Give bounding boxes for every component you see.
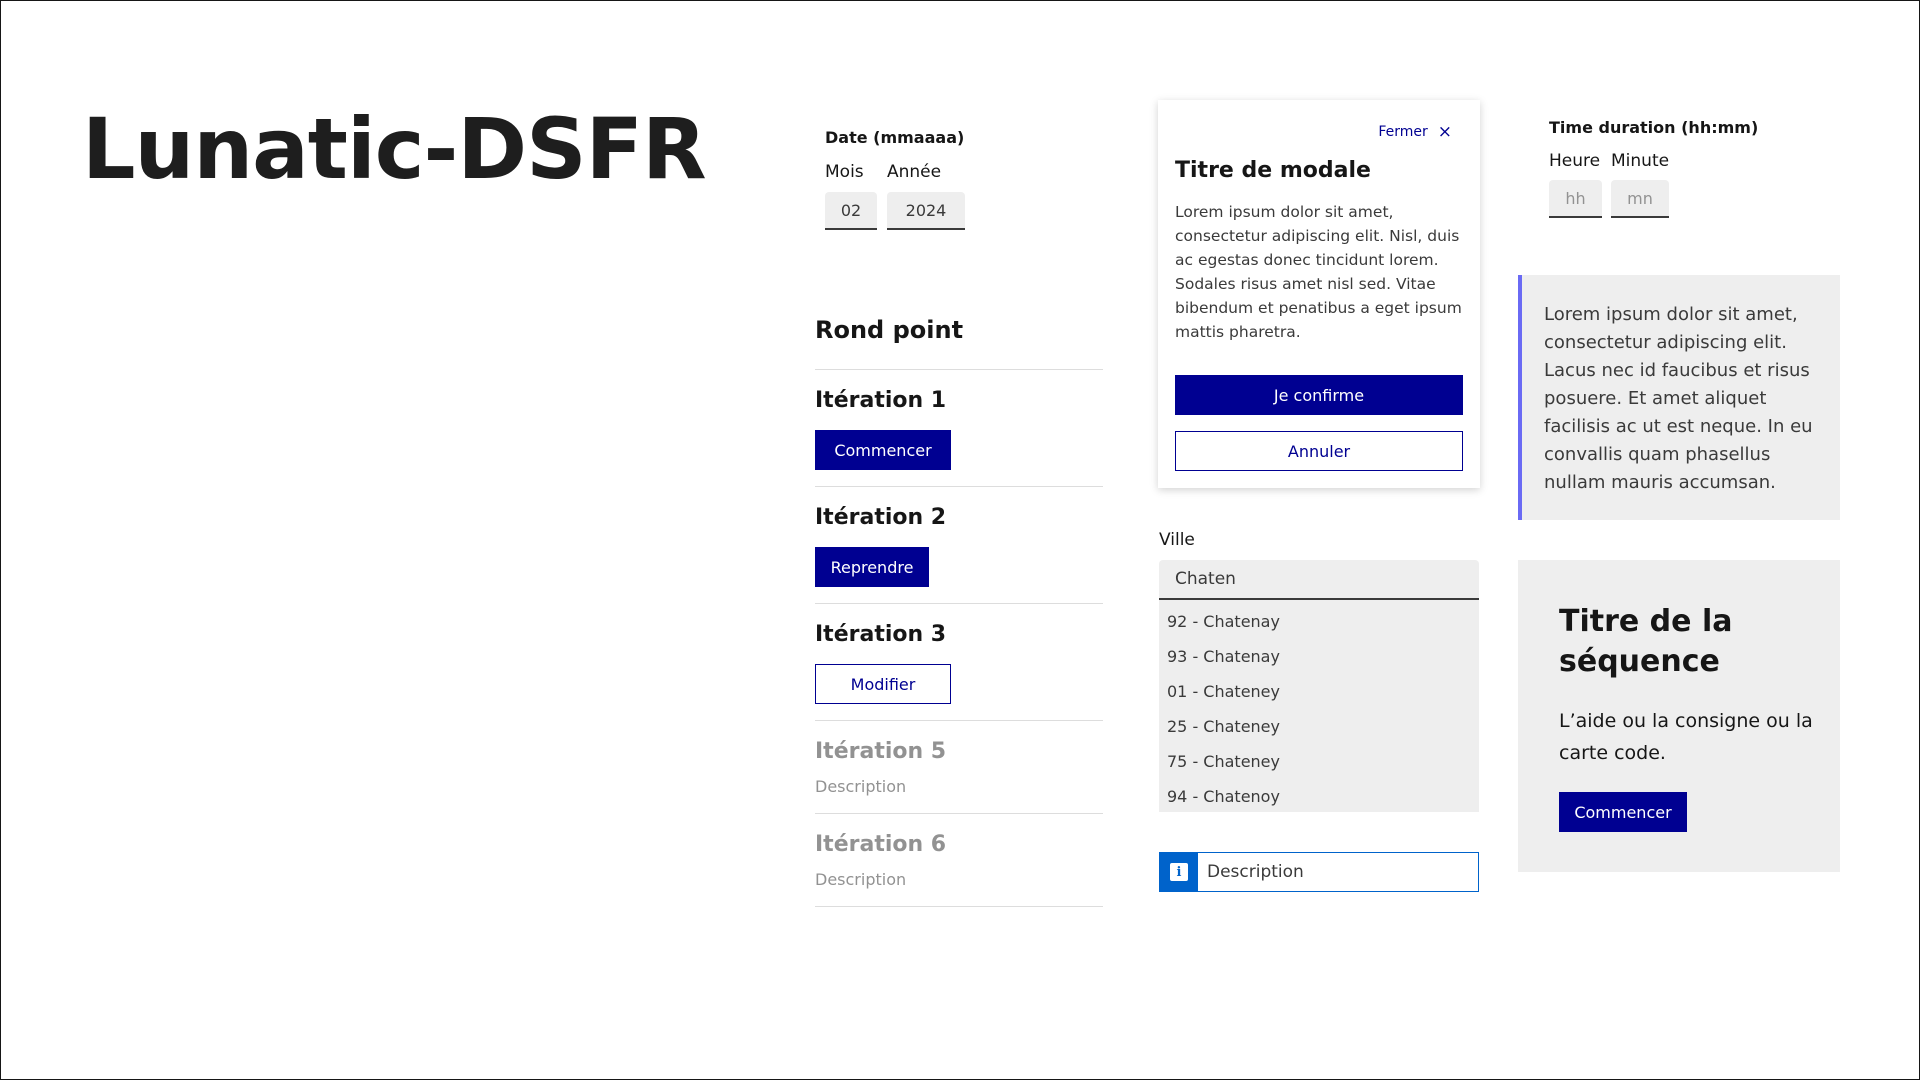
iteration-3-edit-button[interactable]: Modifier <box>815 664 951 704</box>
modal-close-button[interactable]: Fermer × <box>1378 122 1452 142</box>
modal-dialog: Fermer × Titre de modale Lorem ipsum dol… <box>1158 100 1480 488</box>
hour-label: Heure <box>1549 151 1601 171</box>
hour-input[interactable]: hh <box>1549 180 1602 218</box>
city-option[interactable]: 94 - Chatenoy <box>1167 787 1280 806</box>
modal-title: Titre de modale <box>1175 158 1371 183</box>
modal-body: Lorem ipsum dolor sit amet, consectetur … <box>1175 203 1462 341</box>
year-input[interactable]: 2024 <box>887 192 965 230</box>
divider <box>815 906 1103 907</box>
divider <box>815 720 1103 721</box>
time-duration-legend: Time duration (hh:mm) <box>1549 118 1759 137</box>
info-icon-box: i <box>1160 853 1198 891</box>
sequence-description: L’aide ou la consigne ou la carte code. <box>1559 710 1813 764</box>
callout-text: Lorem ipsum dolor sit amet, consectetur … <box>1544 304 1813 493</box>
city-option[interactable]: 01 - Chateney <box>1167 682 1280 701</box>
sequence-start-button[interactable]: Commencer <box>1559 792 1687 832</box>
roundabout-title: Rond point <box>815 316 964 344</box>
info-icon: i <box>1170 863 1188 881</box>
iteration-1-title: Itération 1 <box>815 388 947 413</box>
city-option[interactable]: 25 - Chateney <box>1167 717 1280 736</box>
city-options-list: 92 - Chatenay 93 - Chatenay 01 - Chatene… <box>1159 600 1479 812</box>
date-legend: Date (mmaaaa) <box>825 128 965 147</box>
iteration-5-description: Description <box>815 777 907 796</box>
iteration-6-description: Description <box>815 870 907 889</box>
minute-input[interactable]: mn <box>1611 180 1669 218</box>
description-input[interactable]: i Description <box>1159 852 1479 892</box>
sequence-card: Titre de la séquence L’aide ou la consig… <box>1518 560 1840 872</box>
iteration-6-title: Itération 6 <box>815 832 947 857</box>
sequence-title: Titre de la séquence <box>1559 604 1733 679</box>
iteration-5-title: Itération 5 <box>815 739 947 764</box>
cancel-button[interactable]: Annuler <box>1175 431 1463 471</box>
city-label: Ville <box>1159 530 1195 550</box>
close-icon: × <box>1437 122 1452 142</box>
iteration-3-title: Itération 3 <box>815 622 947 647</box>
city-option[interactable]: 92 - Chatenay <box>1167 612 1280 631</box>
divider <box>815 603 1103 604</box>
divider <box>815 813 1103 814</box>
description-input-value: Description <box>1207 862 1304 882</box>
year-label: Année <box>887 162 942 182</box>
divider <box>815 369 1103 370</box>
city-option[interactable]: 75 - Chateney <box>1167 752 1280 771</box>
iteration-2-title: Itération 2 <box>815 505 947 530</box>
iteration-2-resume-button[interactable]: Reprendre <box>815 547 929 587</box>
confirm-button[interactable]: Je confirme <box>1175 375 1463 415</box>
month-input[interactable]: 02 <box>825 192 877 230</box>
page-title: Lunatic-DSFR <box>82 100 707 198</box>
callout: Lorem ipsum dolor sit amet, consectetur … <box>1518 275 1840 520</box>
iteration-1-start-button[interactable]: Commencer <box>815 430 951 470</box>
city-input[interactable]: Chaten <box>1159 560 1479 600</box>
divider <box>815 486 1103 487</box>
minute-label: Minute <box>1611 151 1670 171</box>
modal-close-label: Fermer <box>1378 124 1428 140</box>
month-label: Mois <box>825 162 864 182</box>
city-option[interactable]: 93 - Chatenay <box>1167 647 1280 666</box>
